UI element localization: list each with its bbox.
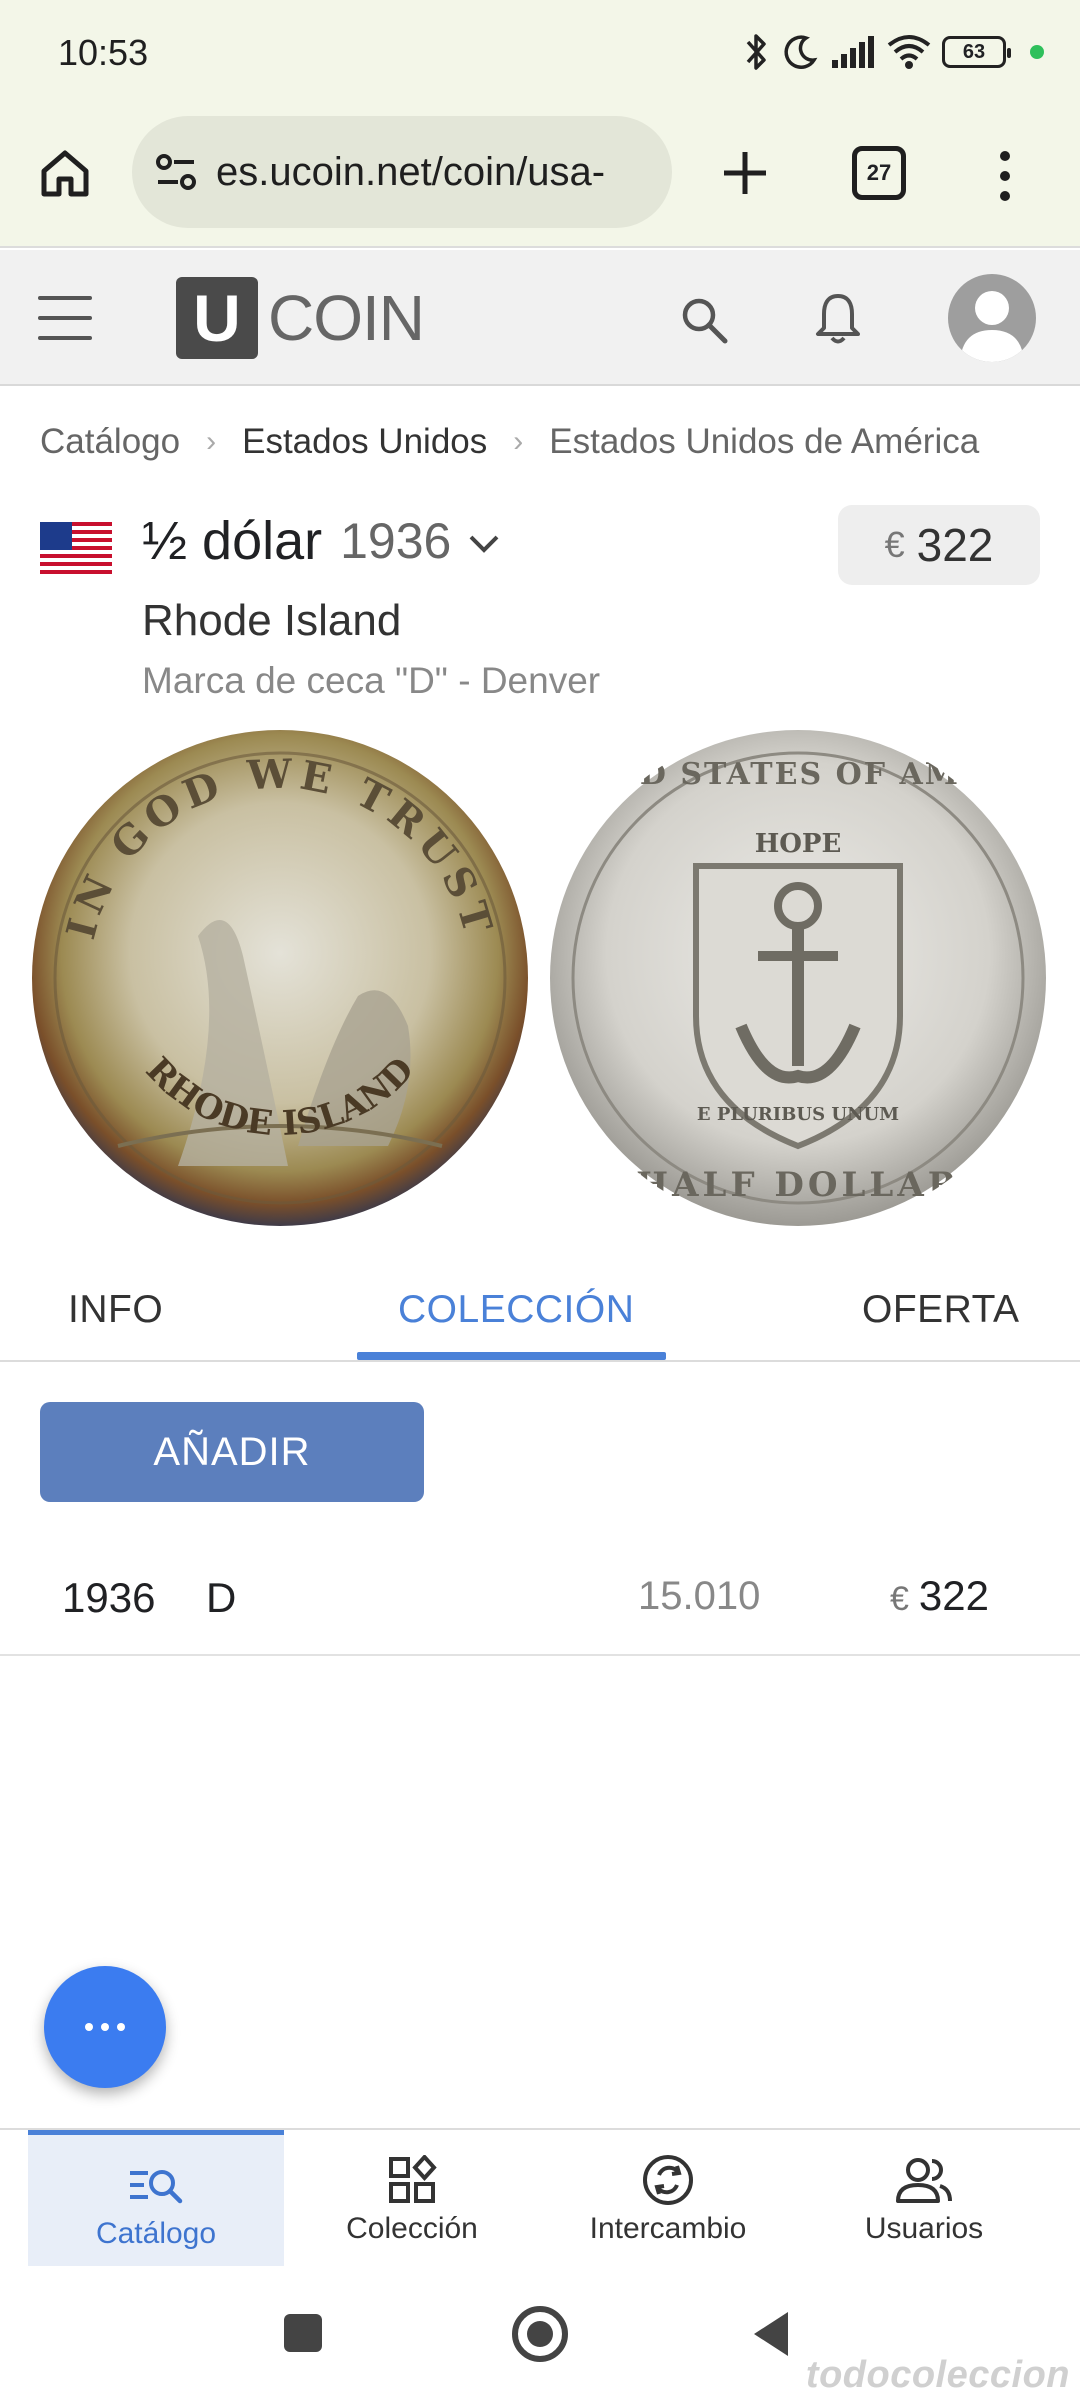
more-horiz-icon xyxy=(85,2023,93,2031)
bottom-navigation: Catálogo Colección Intercambio Usuarios xyxy=(0,2128,1080,2268)
nav-label-catalogo: Catálogo xyxy=(95,2217,217,2250)
ucoin-logo[interactable]: U COIN xyxy=(176,276,425,360)
status-icons: 63 xyxy=(742,30,1044,74)
tab-coleccion[interactable]: COLECCIÓN xyxy=(398,1288,634,1332)
new-tab-button[interactable] xyxy=(705,133,785,213)
coin-subtitle: Rhode Island xyxy=(142,596,402,645)
user-silhouette-icon xyxy=(960,291,1024,362)
user-avatar[interactable] xyxy=(948,274,1036,362)
price-badge[interactable]: € 322 xyxy=(838,505,1040,585)
signal-icon xyxy=(832,36,874,68)
coin-denomination: ½ dólar xyxy=(142,511,323,571)
notifications-button[interactable] xyxy=(806,286,870,350)
price-currency: € xyxy=(884,524,905,565)
nav-item-catalogo[interactable]: Catálogo xyxy=(28,2130,284,2266)
tab-info[interactable]: INFO xyxy=(68,1288,163,1332)
more-actions-fab[interactable] xyxy=(44,1966,166,2088)
browser-toolbar: es.ucoin.net/coin/usa- 27 xyxy=(0,108,1080,248)
site-settings-icon[interactable] xyxy=(154,150,198,194)
exchange-cycle-icon xyxy=(643,2155,693,2205)
coin-obverse-image[interactable]: IN GOD WE TRUST RHODE ISLAND xyxy=(28,726,532,1230)
hamburger-menu-icon[interactable] xyxy=(38,296,92,340)
bell-icon xyxy=(816,294,860,344)
status-bar: 10:53 63 xyxy=(0,0,1080,108)
reverse-bottom-text: HALF DOLLAR xyxy=(636,1165,960,1205)
recents-icon[interactable] xyxy=(284,2314,322,2352)
privacy-indicator-dot xyxy=(1030,45,1044,59)
search-button[interactable] xyxy=(672,288,736,352)
site-header: U COIN xyxy=(0,250,1080,386)
reverse-pluribus-text: E PLURIBUS UNUM xyxy=(697,1104,899,1125)
table-row[interactable]: 1936 D 15.010 €322 xyxy=(0,1548,1080,1656)
wifi-icon xyxy=(887,35,931,69)
row-year: 1936 xyxy=(62,1574,156,1621)
breadcrumb-item-catalogo[interactable]: Catálogo xyxy=(40,422,180,462)
chevron-down-icon[interactable] xyxy=(467,533,501,555)
home-circle-icon[interactable] xyxy=(512,2306,568,2362)
usa-flag-icon xyxy=(40,522,112,574)
browser-menu-button[interactable] xyxy=(980,136,1030,216)
row-price-value: 322 xyxy=(918,1572,989,1619)
breadcrumb: Catálogo › Estados Unidos › Estados Unid… xyxy=(40,422,979,462)
logo-letter: U xyxy=(176,277,258,359)
breadcrumb-item-estados-unidos[interactable]: Estados Unidos xyxy=(242,422,487,462)
nav-label-intercambio: Intercambio xyxy=(589,2212,747,2245)
breadcrumb-separator-icon: › xyxy=(513,425,524,458)
reverse-legend-text: UNITED STATES OF AMERICA xyxy=(546,757,1050,792)
logo-text: COIN xyxy=(268,282,425,354)
address-bar[interactable]: es.ucoin.net/coin/usa- xyxy=(132,116,672,228)
plus-icon xyxy=(724,152,766,194)
nav-item-usuarios[interactable]: Usuarios xyxy=(796,2130,1052,2266)
row-mintage: 15.010 xyxy=(638,1574,761,1618)
tab-oferta[interactable]: OFERTA xyxy=(862,1288,1020,1332)
nav-item-intercambio[interactable]: Intercambio xyxy=(540,2130,796,2266)
price-value: 322 xyxy=(916,519,994,571)
coin-mint-mark: Marca de ceca "D" - Denver xyxy=(142,660,601,701)
nav-label-coleccion: Colección xyxy=(346,2212,478,2245)
battery-indicator: 63 xyxy=(942,36,1011,68)
system-navigation-bar: todocoleccion xyxy=(0,2268,1080,2400)
back-triangle-icon[interactable] xyxy=(754,2312,788,2356)
coin-title[interactable]: ½ dólar 1936 xyxy=(142,510,501,572)
row-price-currency: € xyxy=(890,1580,909,1618)
coin-reverse-image[interactable]: HOPE E PLURIBUS UNUM UNITED STATES OF AM… xyxy=(546,726,1050,1230)
do-not-disturb-moon-icon xyxy=(784,35,818,69)
more-vert-icon xyxy=(1000,151,1010,201)
coin-year: 1936 xyxy=(340,513,452,569)
add-to-collection-button[interactable]: AÑADIR xyxy=(40,1402,424,1502)
grid-shapes-icon xyxy=(389,2155,437,2203)
breadcrumb-separator-icon: › xyxy=(206,425,217,458)
watermark: todocoleccion xyxy=(805,2354,1070,2396)
url-text[interactable]: es.ucoin.net/coin/usa- xyxy=(216,150,605,195)
catalog-search-icon xyxy=(130,2170,183,2204)
nav-item-coleccion[interactable]: Colección xyxy=(284,2130,540,2266)
home-icon xyxy=(41,150,89,197)
tab-switcher-button[interactable]: 27 xyxy=(852,146,906,200)
row-mint: D xyxy=(206,1574,237,1621)
status-time: 10:53 xyxy=(58,32,149,73)
row-price: €322 xyxy=(890,1572,989,1620)
bluetooth-icon xyxy=(746,34,766,70)
breadcrumb-item-estados-unidos-de-america[interactable]: Estados Unidos de América xyxy=(549,422,979,462)
active-tab-indicator xyxy=(357,1352,666,1360)
reverse-motto-text: HOPE xyxy=(755,829,842,859)
search-icon xyxy=(682,298,728,344)
users-icon xyxy=(896,2158,952,2203)
detail-tabs: INFO COLECCIÓN OFERTA xyxy=(0,1268,1080,1362)
home-button[interactable] xyxy=(30,138,100,208)
nav-label-usuarios: Usuarios xyxy=(864,2212,984,2245)
